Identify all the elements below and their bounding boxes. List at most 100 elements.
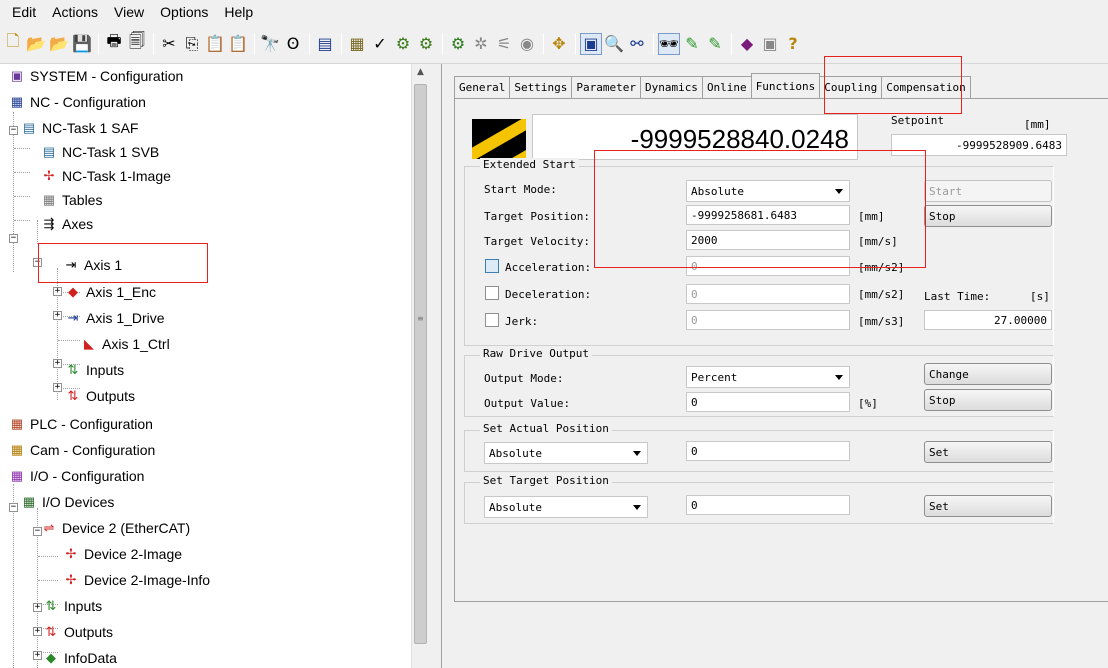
tree-item-nc-configuration[interactable]: ▦ NC - Configuration [8,90,146,114]
tab-functions[interactable]: Functions [750,73,821,98]
expand-button[interactable]: + [53,383,62,392]
set-actual-position-input[interactable]: 0 [686,441,850,461]
tab-general[interactable]: General [454,76,511,98]
output-value-input[interactable]: 0 [686,392,850,412]
tree-item-nc-task-1-image[interactable]: ✢ NC-Task 1-Image [40,164,171,188]
expand-button[interactable]: + [53,287,62,296]
tree-item-device-outputs[interactable]: ⇅ Outputs [42,620,113,644]
config-target-icon[interactable]: ◉ [516,33,538,55]
copy-icon[interactable]: ⎘ [181,33,203,55]
tree-item-axis-1-drive[interactable]: ⇥ Axis 1_Drive [64,306,165,330]
tree-scrollbar[interactable]: ▲ ≡ [411,64,428,668]
change-button[interactable]: Change [924,363,1052,385]
chevron-down-icon [835,375,843,380]
tree-item-cam-configuration[interactable]: ▦ Cam - Configuration [8,438,155,462]
tree-item-device-2-image[interactable]: ✢ Device 2-Image [62,542,183,566]
generate-mappings-icon[interactable]: ▤ [314,33,336,55]
expand-button[interactable]: + [53,359,62,368]
expand-button[interactable]: + [33,627,42,636]
plc-variables-icon[interactable]: ✎ [681,33,703,55]
acceleration-checkbox[interactable] [485,259,499,273]
print-preview-icon[interactable]: 🗐 [126,31,148,55]
deceleration-input[interactable]: 0 [686,284,850,304]
jerk-checkbox[interactable] [485,313,499,327]
set-target-position-mode-select[interactable]: Absolute [484,496,648,518]
watch-icon[interactable]: ⚯ [626,33,648,55]
scan-devices-icon[interactable]: ✲ [470,33,492,55]
tree-item-plc-configuration[interactable]: ▦ PLC - Configuration [8,412,153,436]
output-mode-select[interactable]: Percent [686,366,850,388]
set-target-position-input[interactable]: 0 [686,495,850,515]
tree-item-nc-task-1-svb[interactable]: ▤ NC-Task 1 SVB [40,140,159,164]
tree-item-device-2-ethercat[interactable]: ⇌ Device 2 (EtherCAT) [40,516,191,540]
tree-item-io-devices[interactable]: ▦ I/O Devices [20,490,115,514]
network-icon[interactable]: 🔍 [603,33,625,55]
set-config-mode-icon[interactable]: ⚙ [415,33,437,55]
toolbar-separator [309,32,310,55]
book-icon[interactable]: ✎ [704,33,726,55]
deceleration-checkbox[interactable] [485,286,499,300]
tree-item-system-configuration[interactable]: ▣ SYSTEM - Configuration [8,64,183,88]
tree-item-axes[interactable]: ⇶ Axes [40,212,94,236]
tree-item-axis-1-ctrl[interactable]: ◣ Axis 1_Ctrl [80,332,170,356]
tree-item-infodata[interactable]: ◆ InfoData [42,646,117,668]
cut-icon[interactable]: ✂ [158,33,180,55]
scrollbar-thumb[interactable] [414,84,427,644]
menu-view[interactable]: View [112,4,146,20]
raw-stop-button[interactable]: Stop [924,389,1052,411]
paste-special-icon[interactable]: 📋 [227,33,249,55]
start-button[interactable]: Start [924,180,1052,202]
set-run-mode-icon[interactable]: ⚙ [392,33,414,55]
menu-options[interactable]: Options [158,4,210,20]
pane-splitter[interactable] [428,64,442,668]
tree-item-io-configuration[interactable]: ▦ I/O - Configuration [8,464,145,488]
jerk-input[interactable]: 0 [686,310,850,330]
menu-edit[interactable]: Edit [10,4,38,20]
check-configuration-icon[interactable]: ▦ [346,33,368,55]
save-icon[interactable]: 💾 [71,33,93,55]
stop-button[interactable]: Stop [924,205,1052,227]
menu-help[interactable]: Help [222,4,255,20]
find-next-icon[interactable]: ʘ [282,33,304,55]
help-icon[interactable]: ▣ [759,33,781,55]
paste-icon[interactable]: 📋 [204,33,226,55]
expand-button[interactable]: + [53,311,62,320]
collapse-button[interactable]: − [9,126,18,135]
expand-button[interactable]: + [33,603,42,612]
reload-devices-icon[interactable]: ⚙ [447,33,469,55]
tab-parameter[interactable]: Parameter [571,76,641,98]
set-actual-position-mode-select[interactable]: Absolute [484,442,648,464]
scroll-up-arrow[interactable]: ▲ [412,64,429,81]
zoom-icon[interactable]: ▣ [580,32,602,55]
tree-item-label: Axis 1_Ctrl [102,336,170,352]
help-question-icon[interactable]: ? [782,33,804,55]
tab-settings[interactable]: Settings [509,76,573,98]
menu-actions[interactable]: Actions [50,4,100,20]
tab-dynamics[interactable]: Dynamics [639,76,703,98]
tab-online[interactable]: Online [701,76,752,98]
collapse-button[interactable]: − [9,503,18,512]
tree-item-inputs[interactable]: ⇅ Inputs [64,358,125,382]
activate-configuration-icon[interactable]: ✓ [369,33,391,55]
settings-icon[interactable]: ◆ [736,33,758,55]
target-position-label: Target Position: [484,210,590,223]
open-remote-icon[interactable]: 📂 [48,33,70,55]
toggle-free-run-icon[interactable]: ⚟ [493,33,515,55]
show-online-data-icon[interactable]: ✥ [548,33,570,55]
set-actual-position-button[interactable]: Set [924,441,1052,463]
new-file-icon[interactable]: 🗋 [2,31,24,55]
tree-item-device-2-image-info[interactable]: ✢ Device 2-Image-Info [62,568,211,592]
tree-item-tables[interactable]: ▦ Tables [40,188,103,212]
open-folder-icon[interactable]: 📂 [25,33,47,55]
print-icon[interactable]: 🖶 [103,31,125,55]
tree-item-outputs[interactable]: ⇅ Outputs [64,384,135,408]
tree-line [14,148,30,149]
tree-item-axis-1-enc[interactable]: ◆ Axis 1_Enc [64,280,156,304]
tree-item-device-inputs[interactable]: ⇅ Inputs [42,594,103,618]
find-icon[interactable]: 🔭 [259,33,281,55]
set-target-position-button[interactable]: Set [924,495,1052,517]
tree-item-nc-task-1-saf[interactable]: ▤ NC-Task 1 SAF [20,116,139,140]
collapse-button[interactable]: − [9,234,18,243]
expand-button[interactable]: + [33,651,42,660]
plc-online-icon[interactable]: 🕶 [658,32,680,55]
